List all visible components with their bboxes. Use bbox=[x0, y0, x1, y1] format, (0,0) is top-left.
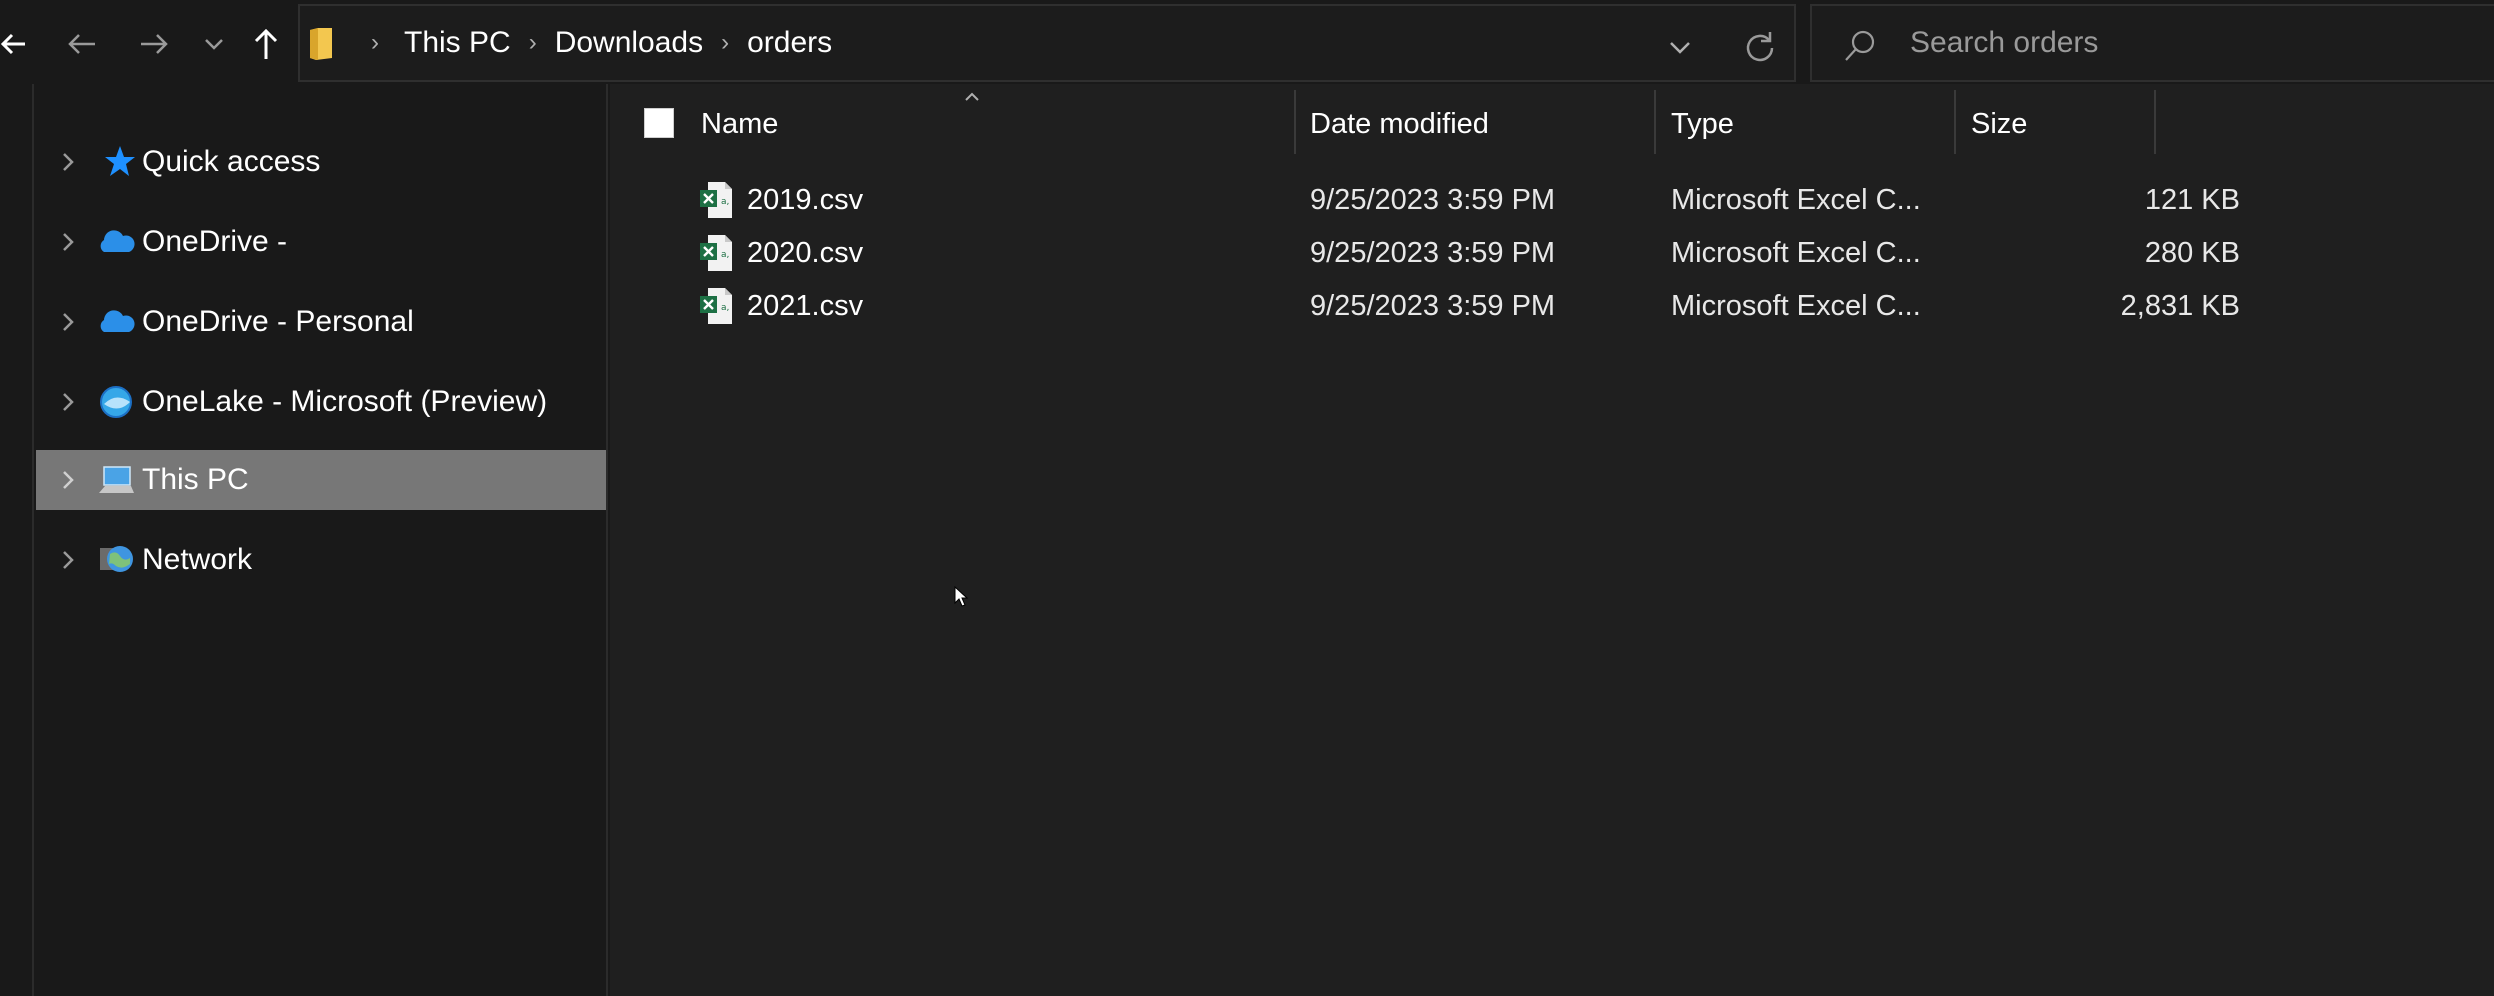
star-icon bbox=[105, 146, 135, 176]
sidebar-item-this-pc[interactable]: This PC bbox=[36, 450, 606, 510]
sidebar-item-onedrive-personal[interactable]: OneDrive - Personal bbox=[36, 292, 606, 352]
file-type: Microsoft Excel C... bbox=[1671, 237, 1921, 269]
excel-csv-file-icon: a, bbox=[700, 235, 732, 271]
sidebar-item-onelake[interactable]: OneLake - Microsoft (Preview) bbox=[36, 372, 606, 432]
file-list: Name Date modified Type Size a, 2019.csv… bbox=[610, 84, 2494, 996]
column-divider[interactable] bbox=[2154, 90, 2156, 154]
sidebar-item-label: This PC bbox=[142, 463, 249, 496]
excel-csv-file-icon: a, bbox=[700, 288, 732, 324]
chevron-right-icon[interactable] bbox=[54, 466, 82, 494]
forward-button[interactable] bbox=[126, 18, 182, 70]
chevron-right-icon[interactable] bbox=[54, 546, 82, 574]
up-button[interactable] bbox=[238, 18, 294, 70]
column-header-date-modified[interactable]: Date modified bbox=[1310, 84, 1489, 156]
mouse-cursor-icon bbox=[954, 586, 969, 607]
svg-text:a,: a, bbox=[721, 197, 729, 207]
excel-csv-file-icon: a, bbox=[700, 182, 732, 218]
back-button[interactable] bbox=[0, 18, 42, 70]
folder-icon bbox=[310, 28, 332, 60]
column-header-row: Name Date modified Type Size bbox=[610, 84, 2494, 164]
file-row[interactable]: a, 2019.csv 9/25/2023 3:59 PM Microsoft … bbox=[610, 174, 2494, 227]
sort-ascending-icon bbox=[965, 92, 979, 101]
column-divider[interactable] bbox=[1654, 90, 1656, 154]
left-edge-strip bbox=[0, 84, 34, 996]
cloud-icon bbox=[100, 310, 135, 332]
breadcrumb: › This PC › Downloads › orders bbox=[360, 6, 832, 80]
sidebar-item-label: OneDrive - Personal bbox=[142, 305, 414, 338]
file-type: Microsoft Excel C... bbox=[1671, 290, 1921, 322]
onelake-icon bbox=[100, 386, 132, 418]
file-size: 280 KB bbox=[2144, 237, 2240, 269]
sidebar-item-label: Quick access bbox=[142, 145, 321, 178]
file-row[interactable]: a, 2021.csv 9/25/2023 3:59 PM Microsoft … bbox=[610, 280, 2494, 333]
file-name: 2019.csv bbox=[747, 184, 864, 216]
network-icon bbox=[100, 546, 133, 572]
breadcrumb-downloads[interactable]: Downloads bbox=[555, 26, 703, 60]
file-size: 2,831 KB bbox=[2120, 290, 2240, 322]
chevron-right-icon: › bbox=[371, 29, 379, 56]
sidebar-item-quick-access[interactable]: Quick access bbox=[36, 132, 606, 192]
file-date-modified: 9/25/2023 3:59 PM bbox=[1310, 184, 1556, 216]
column-header-type[interactable]: Type bbox=[1671, 84, 1734, 156]
chevron-right-icon[interactable] bbox=[54, 308, 82, 336]
svg-text:a,: a, bbox=[721, 303, 729, 313]
chevron-down-icon bbox=[205, 39, 223, 50]
back-nav-button[interactable] bbox=[54, 18, 110, 70]
refresh-icon[interactable] bbox=[1740, 26, 1780, 66]
computer-icon bbox=[99, 466, 134, 493]
chevron-right-icon[interactable] bbox=[54, 148, 82, 176]
breadcrumb-orders[interactable]: orders bbox=[747, 26, 832, 60]
address-bar[interactable]: › This PC › Downloads › orders bbox=[298, 4, 1796, 82]
select-all-checkbox[interactable] bbox=[644, 108, 674, 138]
file-row[interactable]: a, 2020.csv 9/25/2023 3:59 PM Microsoft … bbox=[610, 227, 2494, 280]
column-divider[interactable] bbox=[1294, 90, 1296, 154]
svg-text:a,: a, bbox=[721, 250, 729, 260]
file-date-modified: 9/25/2023 3:59 PM bbox=[1310, 237, 1556, 269]
navigation-pane: Quick access OneDrive - OneDrive - Perso… bbox=[34, 84, 608, 996]
file-type: Microsoft Excel C... bbox=[1671, 184, 1921, 216]
arrow-up-icon bbox=[254, 28, 278, 59]
column-header-name[interactable]: Name bbox=[701, 84, 778, 156]
chevron-right-icon[interactable]: › bbox=[511, 29, 555, 57]
search-box bbox=[1810, 4, 2494, 82]
recent-locations-button[interactable] bbox=[186, 18, 242, 70]
sidebar-item-label: OneLake - Microsoft (Preview) bbox=[142, 385, 548, 418]
cloud-icon bbox=[100, 230, 135, 252]
column-header-size[interactable]: Size bbox=[1971, 84, 2027, 156]
column-divider[interactable] bbox=[1954, 90, 1956, 154]
chevron-right-icon[interactable]: › bbox=[703, 29, 747, 57]
breadcrumb-this-pc[interactable]: This PC bbox=[404, 26, 511, 60]
sidebar-item-onedrive[interactable]: OneDrive - bbox=[36, 212, 606, 272]
file-name: 2021.csv bbox=[747, 290, 864, 322]
sidebar-item-label: Network bbox=[142, 543, 253, 576]
search-icon bbox=[1845, 30, 1875, 61]
search-input[interactable] bbox=[1908, 18, 2488, 68]
arrow-left-icon bbox=[68, 34, 95, 54]
arrow-left-icon bbox=[0, 33, 25, 55]
arrow-right-icon bbox=[141, 34, 168, 54]
sidebar-item-network[interactable]: Network bbox=[36, 530, 606, 590]
chevron-right-icon[interactable] bbox=[54, 388, 82, 416]
chevron-right-icon[interactable] bbox=[54, 228, 82, 256]
file-name: 2020.csv bbox=[747, 237, 864, 269]
file-date-modified: 9/25/2023 3:59 PM bbox=[1310, 290, 1556, 322]
navigation-bar: › This PC › Downloads › orders bbox=[0, 0, 2494, 84]
file-size: 121 KB bbox=[2144, 184, 2240, 216]
address-history-button[interactable] bbox=[1660, 28, 1700, 68]
sidebar-item-label: OneDrive - bbox=[142, 225, 288, 258]
